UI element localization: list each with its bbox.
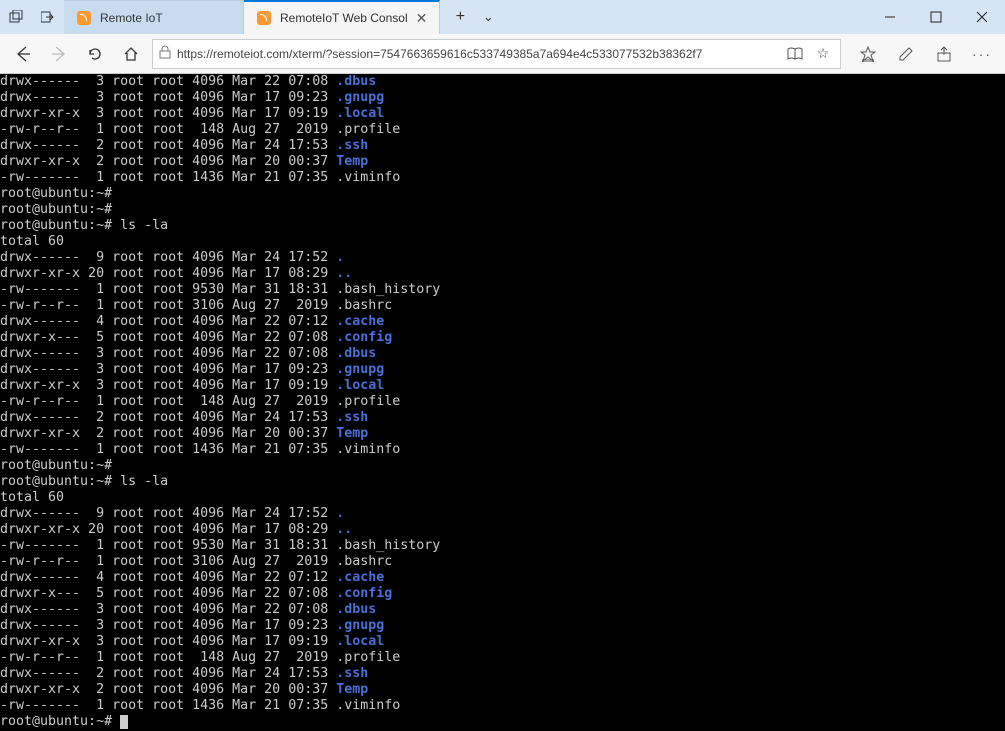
tab-remoteiot-console[interactable]: RemoteIoT Web Consol ✕: [244, 0, 440, 34]
refresh-button[interactable]: [80, 39, 110, 69]
toolbar: https://remoteiot.com/xterm/?session=754…: [0, 34, 1005, 74]
tabs-container: Remote IoT RemoteIoT Web Consol ✕ + ⌄: [64, 0, 867, 34]
address-bar[interactable]: https://remoteiot.com/xterm/?session=754…: [152, 39, 841, 69]
set-aside-tabs-icon[interactable]: [32, 0, 64, 34]
url-text: https://remoteiot.com/xterm/?session=754…: [177, 47, 778, 61]
close-tab-icon[interactable]: ✕: [416, 10, 428, 27]
tab-favicon-icon: [76, 10, 92, 26]
favorite-icon[interactable]: ☆: [812, 45, 834, 62]
reading-view-icon[interactable]: [784, 47, 806, 61]
maximize-button[interactable]: [913, 0, 959, 34]
new-tab-area: + ⌄: [440, 0, 508, 34]
tab-actions-icon[interactable]: [0, 0, 32, 34]
more-button[interactable]: ···: [967, 39, 997, 69]
titlebar-left: [0, 0, 64, 34]
tab-remote-iot[interactable]: Remote IoT: [64, 0, 244, 34]
toolbar-right: ···: [847, 39, 997, 69]
lock-icon: [159, 45, 171, 62]
window-controls: [867, 0, 1005, 34]
new-tab-button[interactable]: +: [446, 3, 474, 31]
close-window-button[interactable]: [959, 0, 1005, 34]
share-button[interactable]: [929, 39, 959, 69]
title-bar: Remote IoT RemoteIoT Web Consol ✕ + ⌄: [0, 0, 1005, 34]
minimize-button[interactable]: [867, 0, 913, 34]
back-button[interactable]: [8, 39, 38, 69]
home-button[interactable]: [116, 39, 146, 69]
favorites-button[interactable]: [853, 39, 883, 69]
forward-button[interactable]: [44, 39, 74, 69]
tab-favicon-icon: [256, 10, 272, 26]
notes-button[interactable]: [891, 39, 921, 69]
tab-menu-icon[interactable]: ⌄: [474, 3, 502, 31]
tab-title: RemoteIoT Web Consol: [280, 11, 408, 25]
terminal-output[interactable]: drwx------ 3 root root 4096 Mar 22 07:08…: [0, 74, 1005, 731]
tab-title: Remote IoT: [100, 11, 163, 25]
